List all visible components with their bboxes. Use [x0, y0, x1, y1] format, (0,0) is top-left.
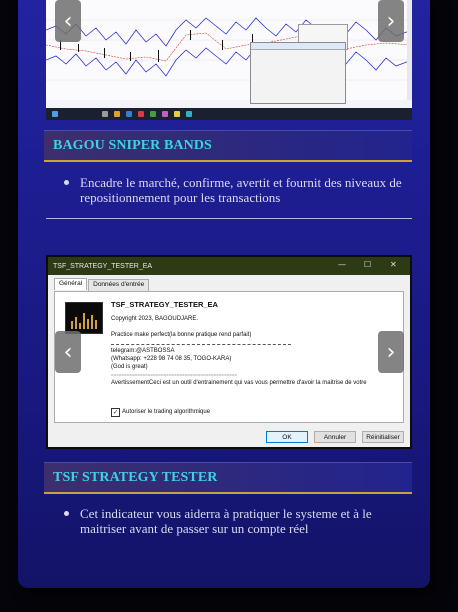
dialog-header: [251, 43, 345, 50]
indicator-properties-dialog: [250, 42, 346, 104]
taskbar-icon[interactable]: [162, 111, 168, 117]
ea-separator-text: ========================================…: [111, 372, 238, 377]
ea-motto: Practice make perfect(la bonne pratique …: [111, 332, 252, 338]
ea-telegram: telegram:@ASTBOSSA: [111, 348, 175, 354]
ea-god: (God is great): [111, 364, 148, 370]
carousel-next-button[interactable]: ›: [378, 0, 404, 42]
taskbar-icon[interactable]: [102, 111, 108, 117]
dialog-tabs: Général Données d'entrée: [54, 278, 150, 291]
taskbar-icon[interactable]: [174, 111, 180, 117]
taskbar-icon[interactable]: [186, 111, 192, 117]
maximize-icon[interactable]: ☐: [364, 260, 371, 269]
start-icon[interactable]: [52, 111, 58, 117]
checkbox-label: Autoriser le trading algorithmique: [122, 409, 211, 415]
dialog-titlebar: TSF_STRATEGY_TESTER_EA: [48, 257, 410, 275]
list-bullet: [64, 180, 69, 185]
cancel-button[interactable]: Annuler: [314, 431, 356, 443]
separator: [111, 344, 291, 346]
tab-inputs[interactable]: Données d'entrée: [88, 279, 150, 291]
dialog-title: TSF_STRATEGY_TESTER_EA: [53, 262, 153, 270]
section-description: Encadre le marché, confirme, avertit et …: [80, 175, 402, 205]
taskbar-icon[interactable]: [150, 111, 156, 117]
carousel-prev-button[interactable]: ‹: [55, 331, 81, 373]
chart-plot: [46, 0, 412, 100]
list-bullet: [64, 511, 69, 516]
carousel-prev-button[interactable]: ‹: [55, 0, 81, 42]
section-title: TSF STRATEGY TESTER: [44, 462, 412, 494]
section-description: Cet indicateur vous aiderra à pratiquer …: [80, 506, 372, 536]
ea-name: TSF_STRATEGY_TESTER_EA: [111, 300, 218, 309]
chart-screenshot: [46, 0, 412, 120]
taskbar-icon[interactable]: [138, 111, 144, 117]
tab-panel: TSF_STRATEGY_TESTER_EA Copyright 2023, B…: [54, 291, 404, 423]
algo-trading-checkbox[interactable]: ✓: [111, 408, 120, 417]
reset-button[interactable]: Réinitialiser: [362, 431, 404, 443]
tab-general[interactable]: Général: [54, 278, 88, 290]
section-divider: [46, 218, 412, 219]
taskbar-icon[interactable]: [126, 111, 132, 117]
ok-button[interactable]: OK: [266, 431, 308, 443]
ea-logo: [65, 302, 103, 334]
tester-dialog-screenshot: TSF_STRATEGY_TESTER_EA — ☐ ✕ Général Don…: [46, 255, 412, 449]
minimize-icon[interactable]: —: [338, 260, 346, 269]
ea-warning: AvertissementCeci est un outil d'entrain…: [111, 380, 367, 386]
close-icon[interactable]: ✕: [390, 260, 397, 269]
taskbar-icon[interactable]: [114, 111, 120, 117]
ea-copyright: Copyright 2023, BAGOUDJARE.: [111, 316, 199, 322]
section-title: BAGOU SNIPER BANDS: [44, 130, 412, 162]
ea-whatsapp: (Whatsapp: +228 98 74 08 35, TOGO-KARA): [111, 356, 232, 362]
carousel-next-button[interactable]: ›: [378, 331, 404, 373]
windows-taskbar: [46, 108, 412, 120]
chart-scrollbar[interactable]: [407, 0, 412, 100]
